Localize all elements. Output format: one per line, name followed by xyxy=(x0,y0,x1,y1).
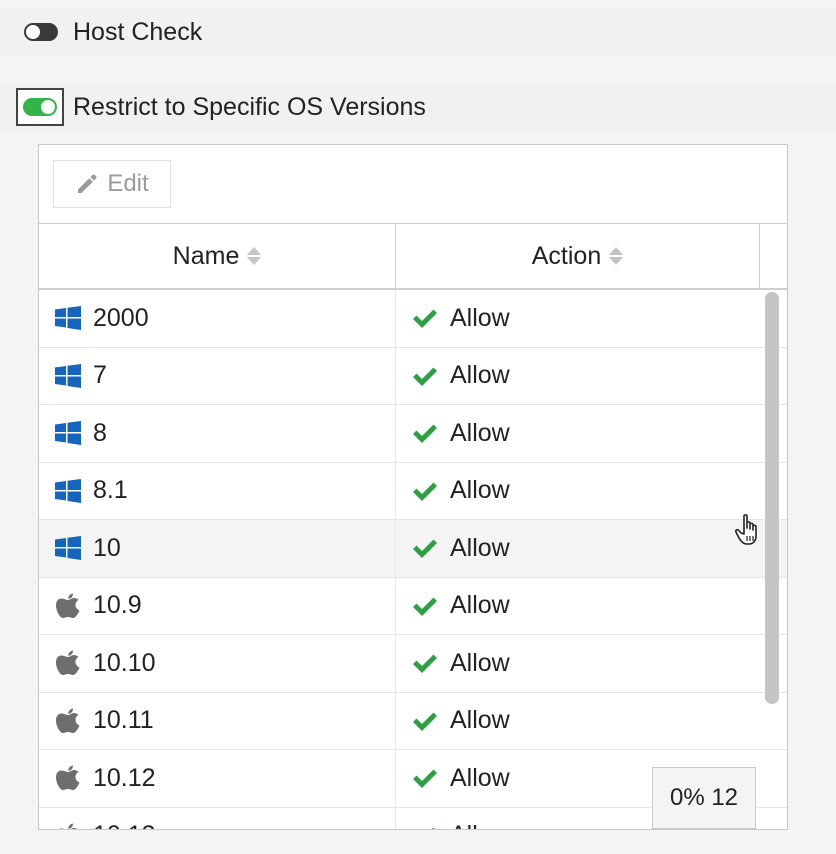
check-icon xyxy=(413,597,437,616)
action-label: Allow xyxy=(450,476,510,505)
sort-icon xyxy=(609,247,624,265)
cell-action: Allow xyxy=(396,405,760,462)
cell-action: Allow xyxy=(396,578,760,635)
apple-icon xyxy=(58,823,78,829)
os-version-name: 8.1 xyxy=(93,476,128,505)
toggle-knob xyxy=(41,100,55,114)
table-row[interactable]: 10.9 Allow xyxy=(39,577,787,635)
table-scrollbar[interactable] xyxy=(760,288,786,828)
table-header: Name Action xyxy=(39,224,787,290)
cell-name: 10.9 xyxy=(39,577,396,634)
status-badge-percent: 0% xyxy=(669,784,705,811)
scrollbar-thumb[interactable] xyxy=(765,292,779,704)
action-label: Allow xyxy=(450,706,510,735)
cell-action: Allow xyxy=(396,635,760,692)
column-header-name[interactable]: Name xyxy=(39,224,396,288)
check-icon xyxy=(413,654,437,674)
os-version-name: 10.9 xyxy=(93,591,142,620)
os-version-name: 10.10 xyxy=(93,648,156,677)
cell-action: Allow xyxy=(396,463,760,520)
windows-icon xyxy=(55,363,81,388)
column-header-action-label: Action xyxy=(531,241,602,270)
host-check-label: Host Check xyxy=(73,17,203,46)
windows-icon xyxy=(55,306,81,331)
check-icon xyxy=(413,539,437,559)
check-icon xyxy=(413,424,437,444)
column-header-spacer xyxy=(760,224,787,288)
column-header-name-label: Name xyxy=(172,241,240,270)
cell-name: 10.11 xyxy=(39,692,396,749)
action-label: Allow xyxy=(450,763,510,792)
restrict-os-toggle-frame xyxy=(16,88,64,126)
action-label: Allow xyxy=(450,533,510,562)
table-row[interactable]: 8 Allow xyxy=(39,405,787,463)
cell-name: 8 xyxy=(39,405,396,462)
apple-icon xyxy=(56,650,80,676)
table-row[interactable]: 2000 Allow xyxy=(39,290,787,348)
check-icon xyxy=(413,769,437,789)
table-row[interactable]: 10.10 Allow xyxy=(39,635,787,693)
check-icon xyxy=(413,309,437,329)
apple-icon xyxy=(56,593,80,618)
check-icon xyxy=(413,712,437,731)
host-check-toggle[interactable] xyxy=(24,23,58,41)
os-versions-panel: Edit Name Action 2000 Allow 7 Allow 8 Allow 8.… xyxy=(38,144,788,830)
hand-cursor-icon xyxy=(734,514,757,545)
os-version-name: 8 xyxy=(93,418,107,447)
edit-button[interactable]: Edit xyxy=(53,160,171,208)
os-version-name: 2000 xyxy=(93,303,149,332)
table-row[interactable]: 8.1 Allow xyxy=(39,462,787,520)
table-row[interactable]: 10 Allow xyxy=(39,520,787,578)
pencil-icon xyxy=(78,174,97,193)
action-label: Allow xyxy=(450,418,510,447)
check-icon xyxy=(431,827,436,829)
cell-name: 10 xyxy=(39,520,396,577)
cell-action: Allow xyxy=(396,290,760,347)
apple-icon xyxy=(56,765,80,791)
sort-icon xyxy=(247,247,262,265)
action-label: Allow xyxy=(450,648,510,677)
restrict-os-row: Restrict to Specific OS Versions xyxy=(0,83,836,131)
os-version-name: 7 xyxy=(93,361,107,390)
cell-name: 8.1 xyxy=(39,462,396,519)
column-header-action[interactable]: Action xyxy=(396,224,760,288)
status-badge: 0% 12 xyxy=(652,767,756,829)
windows-icon xyxy=(55,421,81,446)
cell-name: 10.12 xyxy=(39,750,396,807)
os-version-name: 10.11 xyxy=(93,706,154,735)
cell-name: 7 xyxy=(39,347,396,404)
cell-action: Allow xyxy=(396,348,760,405)
cell-name: 2000 xyxy=(39,290,396,347)
windows-icon xyxy=(55,478,81,503)
host-check-row: Host Check xyxy=(0,8,836,56)
windows-icon xyxy=(55,536,81,561)
cell-action: Allow xyxy=(396,520,760,577)
table-body: 2000 Allow 7 Allow 8 Allow 8.1 Allow 10 Allow 10.9… xyxy=(39,290,787,829)
os-version-name: 10.13 xyxy=(93,821,156,829)
cell-name: 10.10 xyxy=(39,635,396,692)
cell-name: 10.13 xyxy=(39,807,396,829)
check-icon xyxy=(413,367,437,386)
restrict-os-toggle[interactable] xyxy=(23,98,57,116)
action-label: Allow xyxy=(450,591,510,620)
table-row[interactable]: 10.11 Allow xyxy=(39,692,787,750)
toolbar: Edit xyxy=(39,145,787,224)
status-badge-count: 12 xyxy=(711,784,739,811)
os-version-name: 10 xyxy=(93,533,121,562)
action-label: Allow xyxy=(450,303,510,332)
action-label: Allow xyxy=(450,821,510,829)
edit-button-label: Edit xyxy=(107,170,149,197)
cell-action: Allow xyxy=(396,693,760,750)
toggle-knob xyxy=(26,25,40,39)
check-icon xyxy=(413,482,437,501)
os-version-name: 10.12 xyxy=(93,763,156,792)
table-row[interactable]: 7 Allow xyxy=(39,347,787,405)
apple-icon xyxy=(56,708,80,733)
action-label: Allow xyxy=(450,361,510,390)
restrict-os-label: Restrict to Specific OS Versions xyxy=(73,92,426,121)
